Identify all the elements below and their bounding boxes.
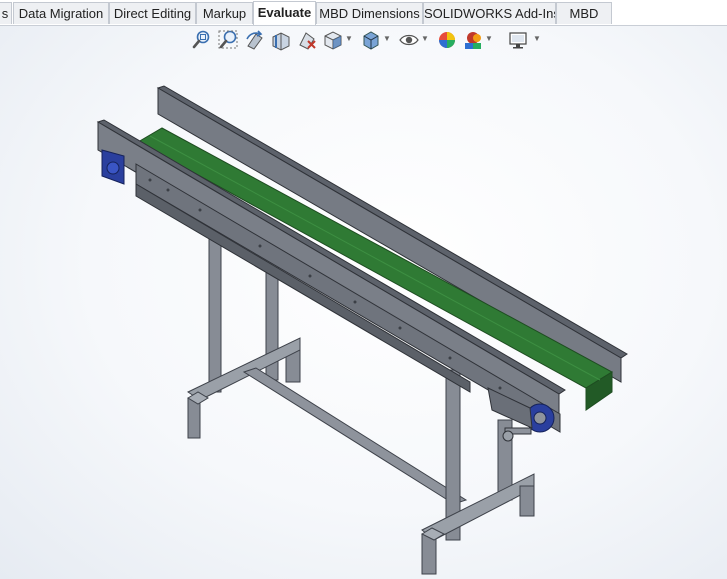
tab-markup[interactable]: Markup — [196, 2, 253, 24]
tab-evaluate[interactable]: Evaluate — [253, 1, 316, 25]
tab-mbd-dimensions[interactable]: MBD Dimensions — [316, 2, 423, 24]
conveyor-model[interactable] — [0, 26, 727, 579]
near-side-rail — [96, 119, 566, 433]
drive-motor — [101, 149, 125, 185]
command-manager-tabs: s Data Migration Direct Editing Markup E… — [0, 0, 727, 26]
tab-mbd[interactable]: MBD — [556, 2, 612, 24]
graphics-area[interactable] — [0, 26, 727, 579]
tab-solidworks-add-ins[interactable]: SOLIDWORKS Add-Ins — [423, 2, 556, 24]
tab-data-migration[interactable]: Data Migration — [13, 2, 109, 24]
tab-direct-editing[interactable]: Direct Editing — [109, 2, 196, 24]
cross-brace — [242, 367, 468, 505]
tab-partial[interactable]: s — [0, 2, 12, 24]
